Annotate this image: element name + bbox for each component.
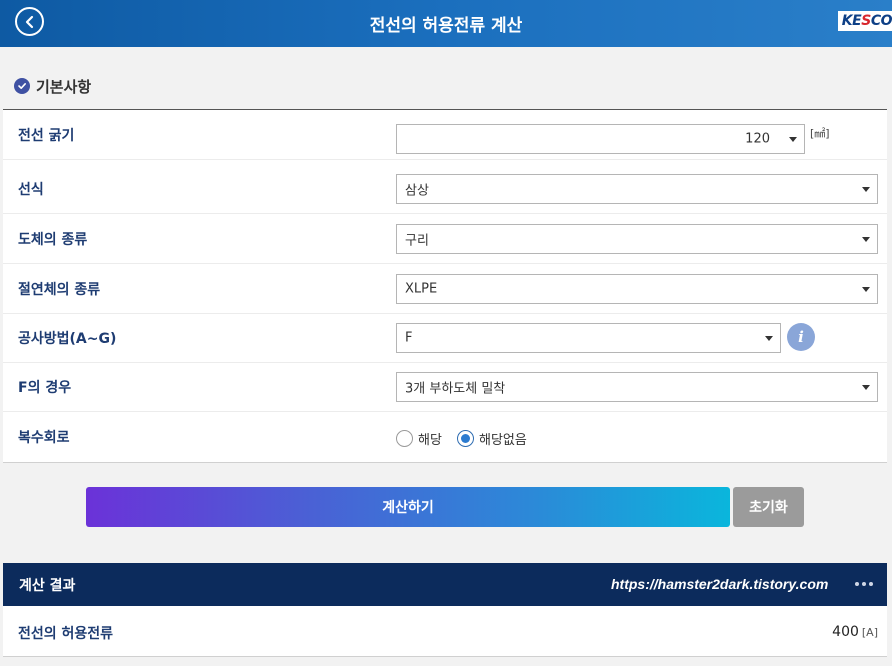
row-insulation: 절연체의 종류 XLPE	[3, 264, 887, 314]
allowable-current-number: 400	[832, 624, 859, 640]
f-case-value: 3개 부하도체 밀착	[405, 381, 506, 397]
wire-size-unit: [㎟]	[810, 127, 830, 140]
result-header: 계산 결과 https://hamster2dark.tistory.com	[3, 563, 887, 606]
row-multi-circuit: 복수회로 해당 해당없음	[3, 412, 887, 462]
conductor-label: 도체의 종류	[18, 231, 88, 248]
insulation-value: XLPE	[405, 281, 438, 297]
radio-option-yes[interactable]: 해당	[396, 429, 442, 448]
radio-label-no: 해당없음	[479, 433, 527, 448]
method-value: F	[405, 330, 413, 346]
conductor-select[interactable]: 구리	[396, 224, 878, 254]
radio-button-yes[interactable]	[396, 430, 413, 447]
multi-circuit-label: 복수회로	[18, 430, 70, 446]
radio-button-no[interactable]	[457, 430, 474, 447]
calculate-button[interactable]: 계산하기	[86, 487, 730, 527]
chevron-down-icon	[862, 237, 870, 242]
chevron-down-icon	[862, 385, 870, 390]
chevron-down-icon	[862, 187, 870, 192]
wire-size-label: 전선 굵기	[18, 127, 75, 144]
method-select[interactable]: F	[396, 323, 781, 353]
app-header: 전선의 허용전류 계산 KESCO	[0, 0, 892, 47]
chevron-down-icon	[765, 336, 773, 341]
insulation-label: 절연체의 종류	[18, 281, 101, 298]
wire-size-value: 120	[745, 131, 770, 147]
allowable-current-value: 400 [A]	[832, 624, 878, 640]
row-line-type: 선식 삼상	[3, 164, 887, 214]
section-header: 기본사항	[0, 47, 892, 110]
row-wire-size: 전선 굵기 120 [㎟]	[3, 110, 887, 160]
f-case-label: F의 경우	[18, 379, 72, 396]
basic-form: 전선 굵기 120 [㎟] 선식 삼상 도체의 종류 구리 절연체의 종류 XL…	[3, 110, 887, 463]
allowable-current-label: 전선의 허용전류	[18, 626, 114, 642]
result-title: 계산 결과	[19, 578, 76, 594]
more-dots-icon[interactable]	[855, 582, 873, 586]
kesco-logo: KESCO	[837, 11, 892, 31]
check-circle-icon	[14, 78, 30, 94]
reset-button[interactable]: 초기화	[733, 487, 804, 527]
watermark-text: https://hamster2dark.tistory.com	[611, 576, 829, 592]
line-type-value: 삼상	[405, 183, 429, 199]
section-title: 기본사항	[36, 78, 92, 96]
result-row: 전선의 허용전류 400 [A]	[3, 606, 887, 657]
info-icon[interactable]: i	[787, 323, 815, 351]
f-case-select[interactable]: 3개 부하도체 밀착	[396, 372, 878, 402]
page-title: 전선의 허용전류 계산	[369, 16, 523, 36]
chevron-down-icon	[789, 137, 797, 142]
conductor-value: 구리	[405, 233, 429, 249]
row-conductor: 도체의 종류 구리	[3, 214, 887, 264]
line-type-select[interactable]: 삼상	[396, 174, 878, 204]
line-type-label: 선식	[18, 181, 44, 198]
row-method: 공사방법(A~G) F i	[3, 313, 887, 363]
wire-size-select[interactable]: 120	[396, 124, 805, 154]
allowable-current-unit: [A]	[861, 626, 878, 639]
radio-option-no[interactable]: 해당없음	[457, 429, 527, 448]
chevron-down-icon	[862, 287, 870, 292]
row-f-case: F의 경우 3개 부하도체 밀착	[3, 362, 887, 412]
method-label: 공사방법(A~G)	[18, 330, 117, 347]
radio-label-yes: 해당	[418, 433, 442, 448]
insulation-select[interactable]: XLPE	[396, 274, 878, 304]
